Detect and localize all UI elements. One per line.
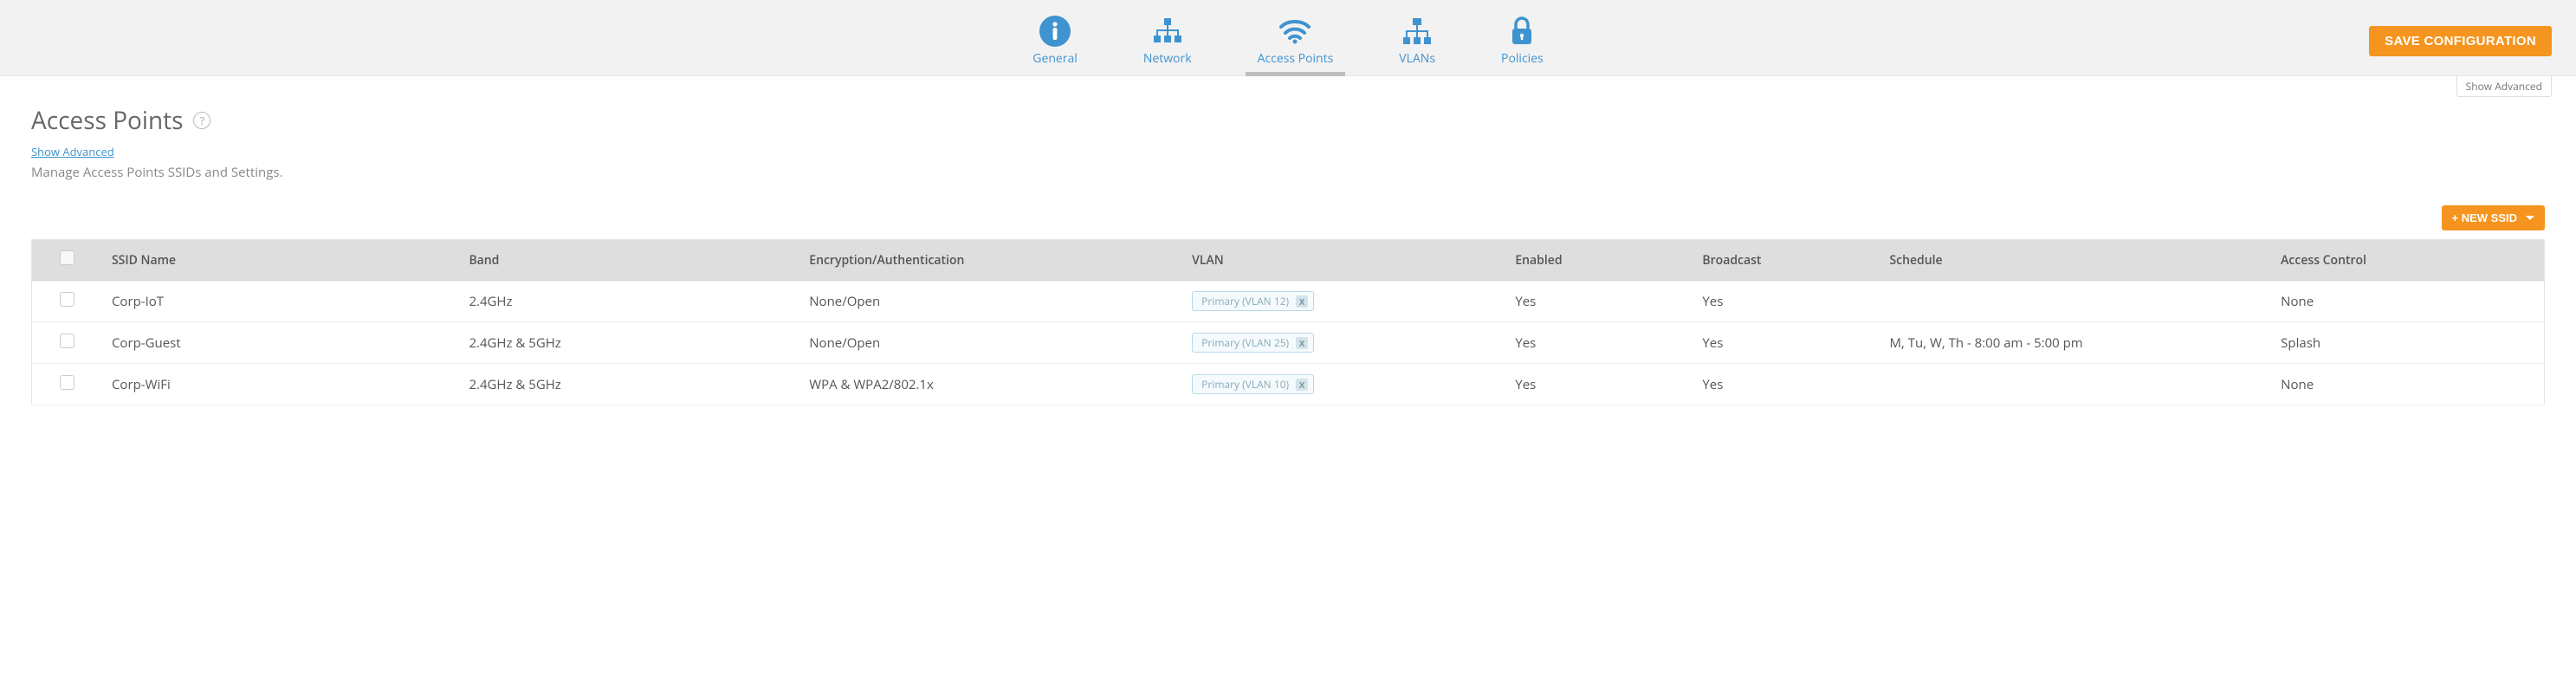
new-ssid-label: + NEW SSID [2452, 211, 2518, 224]
vlan-tag[interactable]: Primary (VLAN 25) X [1192, 333, 1314, 353]
tab-label: VLANs [1399, 50, 1435, 67]
cell-encryption: None/Open [800, 281, 1183, 322]
table-row[interactable]: Corp-Guest2.4GHz & 5GHzNone/Open Primary … [32, 322, 2545, 364]
row-checkbox[interactable] [60, 292, 74, 307]
cell-access-control: None [2272, 364, 2544, 405]
col-enabled[interactable]: Enabled [1506, 240, 1693, 281]
cell-access-control: Splash [2272, 322, 2544, 364]
page-title: Access Points [31, 104, 183, 137]
ssid-table: SSID Name Band Encryption/Authentication… [31, 239, 2545, 405]
wifi-icon [1278, 16, 1311, 47]
new-ssid-button[interactable]: + NEW SSID [2442, 205, 2546, 230]
cell-encryption: None/Open [800, 322, 1183, 364]
cell-enabled: Yes [1506, 322, 1693, 364]
network-icon [1152, 16, 1183, 47]
page-description: Manage Access Points SSIDs and Settings. [31, 164, 2545, 181]
table-header-row: SSID Name Band Encryption/Authentication… [32, 240, 2545, 281]
show-advanced-top-button[interactable]: Show Advanced [2456, 76, 2552, 97]
vlan-tag-remove-icon[interactable]: X [1296, 379, 1308, 391]
col-encryption[interactable]: Encryption/Authentication [800, 240, 1183, 281]
select-all-checkbox[interactable] [60, 250, 74, 265]
cell-enabled: Yes [1506, 281, 1693, 322]
table-row[interactable]: Corp-IoT2.4GHzNone/Open Primary (VLAN 12)… [32, 281, 2545, 322]
row-checkbox[interactable] [60, 375, 74, 390]
tab-label: Network [1143, 50, 1192, 67]
table-toolbar: + NEW SSID [31, 205, 2545, 230]
tab-vlans[interactable]: VLANs [1387, 0, 1447, 75]
cell-vlan: Primary (VLAN 25) X [1183, 322, 1506, 364]
col-ssid-name[interactable]: SSID Name [103, 240, 460, 281]
cell-schedule [1880, 281, 2272, 322]
page: Access Points ? Show Advanced Manage Acc… [0, 76, 2576, 405]
cell-vlan: Primary (VLAN 12) X [1183, 281, 1506, 322]
vlans-icon [1401, 16, 1433, 47]
table-row[interactable]: Corp-WiFi2.4GHz & 5GHzWPA & WPA2/802.1x P… [32, 364, 2545, 405]
col-schedule[interactable]: Schedule [1880, 240, 2272, 281]
tab-label: General [1032, 50, 1078, 67]
ssid-table-body: Corp-IoT2.4GHzNone/Open Primary (VLAN 12)… [32, 281, 2545, 405]
cell-access-control: None [2272, 281, 2544, 322]
vlan-tag-remove-icon[interactable]: X [1296, 295, 1308, 308]
cell-ssid-name: Corp-Guest [103, 322, 460, 364]
cell-broadcast: Yes [1693, 281, 1880, 322]
tab-label: Policies [1501, 50, 1544, 67]
vlan-tag-label: Primary (VLAN 25) [1201, 335, 1289, 350]
topbar: General Network [0, 0, 2576, 76]
cell-schedule [1880, 364, 2272, 405]
tab-access-points[interactable]: Access Points [1246, 0, 1346, 75]
vlan-tag-label: Primary (VLAN 12) [1201, 294, 1289, 308]
vlan-tag-remove-icon[interactable]: X [1296, 337, 1308, 349]
tab-general[interactable]: General [1020, 0, 1090, 75]
tab-label: Access Points [1258, 50, 1334, 67]
lock-icon [1509, 16, 1535, 47]
col-band[interactable]: Band [460, 240, 800, 281]
cell-vlan: Primary (VLAN 10) X [1183, 364, 1506, 405]
col-broadcast[interactable]: Broadcast [1693, 240, 1880, 281]
cell-encryption: WPA & WPA2/802.1x [800, 364, 1183, 405]
show-advanced-link[interactable]: Show Advanced [31, 144, 114, 159]
col-vlan[interactable]: VLAN [1183, 240, 1506, 281]
vlan-tag[interactable]: Primary (VLAN 10) X [1192, 374, 1314, 394]
row-checkbox[interactable] [60, 334, 74, 348]
cell-broadcast: Yes [1693, 364, 1880, 405]
cell-band: 2.4GHz & 5GHz [460, 322, 800, 364]
help-icon[interactable]: ? [193, 112, 210, 129]
cell-band: 2.4GHz & 5GHz [460, 364, 800, 405]
save-configuration-button[interactable]: SAVE CONFIGURATION [2369, 26, 2552, 56]
vlan-tag-label: Primary (VLAN 10) [1201, 377, 1289, 392]
tab-network[interactable]: Network [1131, 0, 1204, 75]
tab-policies[interactable]: Policies [1489, 0, 1556, 75]
col-access-control[interactable]: Access Control [2272, 240, 2544, 281]
cell-enabled: Yes [1506, 364, 1693, 405]
tab-strip: General Network [1020, 0, 1555, 75]
cell-ssid-name: Corp-IoT [103, 281, 460, 322]
cell-schedule: M, Tu, W, Th - 8:00 am - 5:00 pm [1880, 322, 2272, 364]
page-header: Access Points ? [31, 104, 2545, 137]
chevron-down-icon [2526, 216, 2534, 220]
vlan-tag[interactable]: Primary (VLAN 12) X [1192, 291, 1314, 311]
cell-broadcast: Yes [1693, 322, 1880, 364]
info-icon [1039, 16, 1071, 47]
cell-band: 2.4GHz [460, 281, 800, 322]
cell-ssid-name: Corp-WiFi [103, 364, 460, 405]
